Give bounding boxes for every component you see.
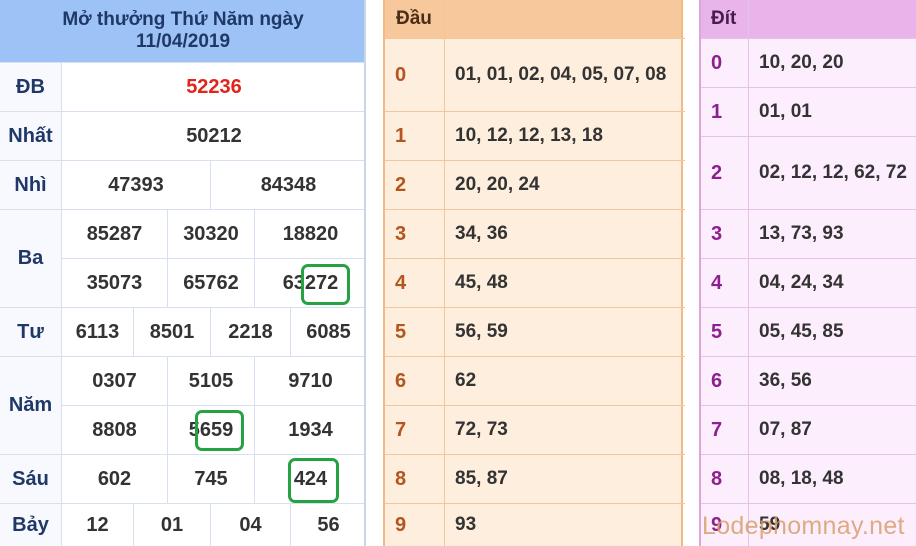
dit-key-5: 5	[711, 320, 723, 343]
dau-value-2: 20, 20, 24	[455, 174, 540, 195]
dit-key-1: 1	[711, 100, 723, 123]
dau-key-8: 8	[395, 467, 407, 490]
dit-value-6: 36, 56	[759, 370, 812, 391]
dit-value-5: 05, 45, 85	[759, 321, 844, 342]
dit-value-3: 13, 73, 93	[759, 223, 844, 244]
dau-value-5: 56, 59	[455, 321, 508, 342]
dit-key-3: 3	[711, 222, 723, 245]
dau-key-1: 1	[395, 124, 407, 147]
dit-value-7: 07, 87	[759, 419, 812, 440]
dau-value-1: 10, 12, 12, 13, 18	[455, 125, 603, 146]
dau-value-8: 85, 87	[455, 468, 508, 489]
dau-key-5: 5	[395, 320, 407, 343]
dau-value-3: 34, 36	[455, 223, 508, 244]
dit-header-values	[749, 0, 916, 38]
dau-table: Đầu 0 01, 01, 02, 04, 05, 07, 08 1 10, 1…	[383, 0, 685, 546]
dit-value-8: 08, 18, 48	[759, 468, 844, 489]
dit-table: Đít 0 10, 20, 20 1 01, 01 2 02, 12, 12, …	[699, 0, 916, 546]
dit-header-key: Đít	[701, 0, 749, 38]
dau-key-3: 3	[395, 222, 407, 245]
dau-key-4: 4	[395, 271, 407, 294]
dau-value-7: 72, 73	[455, 419, 508, 440]
dit-key-7: 7	[711, 418, 723, 441]
lottery-results-table: Mở thưởng Thứ Năm ngày 11/04/2019 ĐB Nhấ…	[0, 0, 366, 546]
dit-value-0: 10, 20, 20	[759, 52, 844, 73]
dau-key-0: 0	[395, 63, 407, 86]
dau-key-7: 7	[395, 418, 407, 441]
dau-header-values	[445, 0, 681, 38]
dau-key-6: 6	[395, 369, 407, 392]
site-watermark: Lodephomnay.net	[702, 512, 905, 540]
dit-key-8: 8	[711, 467, 723, 490]
dit-key-2: 2	[711, 161, 723, 184]
dau-value-4: 45, 48	[455, 272, 508, 293]
dit-value-4: 04, 24, 34	[759, 272, 844, 293]
dau-value-6: 62	[455, 370, 477, 391]
dit-key-6: 6	[711, 369, 723, 392]
dau-value-0: 01, 01, 02, 04, 05, 07, 08	[455, 64, 667, 85]
dit-key-4: 4	[711, 271, 723, 294]
dau-key-2: 2	[395, 173, 407, 196]
dau-value-9: 93	[455, 514, 477, 535]
dit-value-2: 02, 12, 12, 62, 72	[759, 162, 907, 183]
dit-key-0: 0	[711, 51, 723, 74]
dau-key-9: 9	[395, 513, 407, 536]
dit-value-1: 01, 01	[759, 101, 812, 122]
dau-header-key: Đầu	[385, 0, 445, 38]
